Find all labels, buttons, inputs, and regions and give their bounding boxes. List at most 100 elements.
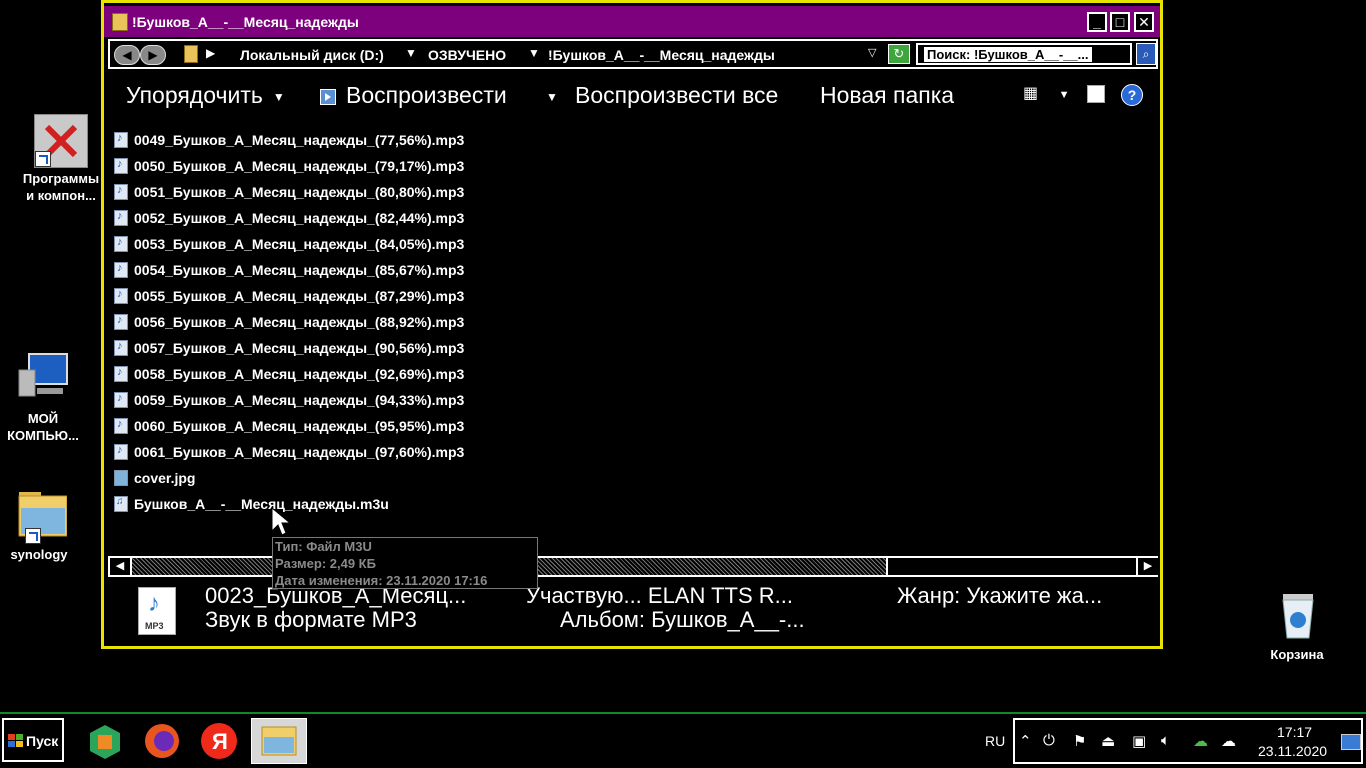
- file-name: 0053_Бушков_А_Месяц_надежды_(84,05%).mp3: [134, 236, 465, 252]
- list-item[interactable]: 0057_Бушков_А_Месяц_надежды_(90,56%).mp3: [114, 335, 1014, 361]
- refresh-button[interactable]: ↻: [888, 44, 910, 64]
- desktop-icon-programs[interactable]: Программы и компон...: [16, 114, 106, 204]
- desktop-icon-label: Корзина: [1270, 647, 1324, 662]
- forward-button[interactable]: ▶: [140, 45, 166, 65]
- usb-device-icon[interactable]: ⏏: [1101, 732, 1115, 750]
- list-item[interactable]: 0052_Бушков_А_Месяц_надежды_(82,44%).mp3: [114, 205, 1014, 231]
- taskbar-firefox[interactable]: [141, 721, 183, 761]
- language-indicator[interactable]: RU: [985, 733, 1005, 749]
- scroll-left-button[interactable]: ◀: [110, 558, 132, 575]
- mp3-file-icon: [114, 366, 128, 382]
- action-center-flag-icon[interactable]: ⚑: [1073, 732, 1086, 750]
- minimize-button[interactable]: _: [1087, 12, 1107, 32]
- clock-date[interactable]: 23.11.2020: [1258, 743, 1327, 759]
- chevron-down-icon: ▼: [272, 89, 285, 104]
- show-desktop-icon[interactable]: [1341, 734, 1361, 750]
- new-folder-button[interactable]: Новая папка: [820, 82, 954, 109]
- clock-time[interactable]: 17:17: [1277, 724, 1312, 740]
- organize-label: Упорядочить: [126, 82, 263, 108]
- search-placeholder: Поиск: !Бушков_А__-__...: [924, 47, 1092, 62]
- window-titlebar[interactable]: !Бушков_А__-__Месяц_надежды _ □ ✕: [104, 6, 1160, 37]
- list-item[interactable]: cover.jpg: [114, 465, 1014, 491]
- show-hidden-icons-icon[interactable]: ⌃: [1019, 732, 1032, 750]
- close-button[interactable]: ✕: [1134, 12, 1154, 32]
- taskbar-yandex[interactable]: Я: [198, 721, 240, 761]
- list-item[interactable]: Бушков_А__-__Месяц_надежды.m3u: [114, 491, 1014, 517]
- file-name: 0057_Бушков_А_Месяц_надежды_(90,56%).mp3: [134, 340, 465, 356]
- mp3-file-icon: [114, 210, 128, 226]
- file-name: 0056_Бушков_А_Месяц_надежды_(88,92%).mp3: [134, 314, 465, 330]
- list-item[interactable]: 0050_Бушков_А_Месяц_надежды_(79,17%).mp3: [114, 153, 1014, 179]
- help-icon[interactable]: ?: [1121, 84, 1143, 106]
- list-item[interactable]: 0058_Бушков_А_Месяц_надежды_(92,69%).mp3: [114, 361, 1014, 387]
- m3u-file-icon: [114, 496, 128, 512]
- file-name: 0052_Бушков_А_Месяц_надежды_(82,44%).mp3: [134, 210, 465, 226]
- breadcrumb-drive[interactable]: Локальный диск (D:): [240, 47, 384, 63]
- firefox-icon: [145, 724, 179, 758]
- start-button[interactable]: Пуск: [2, 718, 64, 762]
- folder-icon: [11, 488, 68, 544]
- scroll-right-button[interactable]: ▶: [1136, 558, 1158, 575]
- list-item[interactable]: 0049_Бушков_А_Месяц_надежды_(77,56%).mp3: [114, 127, 1014, 153]
- details-pane: ♪ MP3 0023_Бушков_А_Месяц... Звук в форм…: [104, 579, 1160, 643]
- play-label: Воспроизвести: [346, 82, 507, 108]
- mp3-file-icon: [114, 262, 128, 278]
- desktop-icon-recycle-bin[interactable]: Корзина: [1252, 588, 1342, 663]
- search-icon[interactable]: ⌕: [1136, 43, 1156, 65]
- taskbar-app-store[interactable]: [84, 721, 126, 761]
- mp3-file-icon: [114, 340, 128, 356]
- details-genre[interactable]: Жанр: Укажите жа...: [897, 583, 1102, 609]
- list-item[interactable]: 0059_Бушков_А_Месяц_надежды_(94,33%).mp3: [114, 387, 1014, 413]
- sync-cloud-icon[interactable]: ☁: [1193, 732, 1208, 750]
- explorer-window: !Бушков_А__-__Месяц_надежды _ □ ✕ ◀ ▶ ▶ …: [101, 0, 1163, 649]
- scrollbar-thumb[interactable]: [886, 558, 1138, 575]
- yandex-icon: Я: [201, 723, 237, 759]
- chevron-down-icon[interactable]: ▼: [405, 46, 417, 60]
- details-album[interactable]: Альбом: Бушков_А__-...: [560, 607, 805, 633]
- desktop-icon-synology[interactable]: synology: [0, 488, 84, 563]
- list-item[interactable]: 0051_Бушков_А_Месяц_надежды_(80,80%).mp3: [114, 179, 1014, 205]
- file-name: 0054_Бушков_А_Месяц_надежды_(85,67%).mp3: [134, 262, 465, 278]
- play-all-button[interactable]: Воспроизвести все: [575, 82, 778, 109]
- chevron-right-icon[interactable]: ▶: [206, 46, 215, 60]
- chevron-down-icon: ▼: [546, 89, 558, 104]
- cloud-upload-icon[interactable]: ☁: [1221, 732, 1236, 750]
- mp3-file-icon: [114, 236, 128, 252]
- music-note-icon: ♪: [148, 590, 160, 617]
- view-options-icon[interactable]: ▦ ▼: [1023, 83, 1069, 103]
- network-icon[interactable]: ▣: [1132, 732, 1146, 750]
- breadcrumb-current[interactable]: !Бушков_А__-__Месяц_надежды: [548, 47, 775, 63]
- list-item[interactable]: 0061_Бушков_А_Месяц_надежды_(97,60%).mp3: [114, 439, 1014, 465]
- chevron-down-icon[interactable]: ▼: [528, 46, 540, 60]
- file-name: cover.jpg: [134, 470, 196, 486]
- organize-menu[interactable]: Упорядочить ▼: [126, 82, 285, 109]
- volume-icon[interactable]: 🔈︎: [1161, 732, 1170, 749]
- horizontal-scrollbar[interactable]: ◀ ▶: [108, 556, 1158, 577]
- taskbar-explorer[interactable]: [251, 718, 307, 764]
- tooltip-size: Размер: 2,49 КБ: [275, 556, 376, 571]
- file-name: 0060_Бушков_А_Месяц_надежды_(95,95%).mp3: [134, 418, 465, 434]
- address-dropdown-icon[interactable]: ▽: [868, 46, 876, 59]
- file-name: 0050_Бушков_А_Месяц_надежды_(79,17%).mp3: [134, 158, 465, 174]
- play-dropdown[interactable]: ▼: [536, 82, 558, 109]
- list-item[interactable]: 0056_Бушков_А_Месяц_надежды_(88,92%).mp3: [114, 309, 1014, 335]
- svg-text:Я: Я: [212, 729, 228, 754]
- windows-logo-icon: [8, 734, 23, 747]
- back-button[interactable]: ◀: [114, 45, 140, 65]
- computer-icon: [15, 352, 71, 408]
- mp3-file-icon: [114, 184, 128, 200]
- file-name: 0058_Бушков_А_Месяц_надежды_(92,69%).mp3: [134, 366, 465, 382]
- play-button[interactable]: Воспроизвести: [320, 82, 507, 109]
- list-item[interactable]: 0053_Бушков_А_Месяц_надежды_(84,05%).mp3: [114, 231, 1014, 257]
- search-input[interactable]: Поиск: !Бушков_А__-__...: [916, 43, 1132, 65]
- desktop-icon-my-computer[interactable]: МОЙ КОМПЬЮ...: [0, 352, 88, 444]
- details-artist[interactable]: Участвую... ELAN TTS R...: [526, 583, 793, 609]
- list-item[interactable]: 0054_Бушков_А_Месяц_надежды_(85,67%).mp3: [114, 257, 1014, 283]
- maximize-button[interactable]: □: [1110, 12, 1130, 32]
- power-icon[interactable]: ⏻: [1043, 732, 1055, 749]
- programs-icon: [34, 114, 88, 168]
- list-item[interactable]: 0055_Бушков_А_Месяц_надежды_(87,29%).mp3: [114, 283, 1014, 309]
- breadcrumb-folder[interactable]: ОЗВУЧЕНО: [428, 47, 506, 63]
- preview-pane-icon[interactable]: [1087, 85, 1105, 103]
- list-item[interactable]: 0060_Бушков_А_Месяц_надежды_(95,95%).mp3: [114, 413, 1014, 439]
